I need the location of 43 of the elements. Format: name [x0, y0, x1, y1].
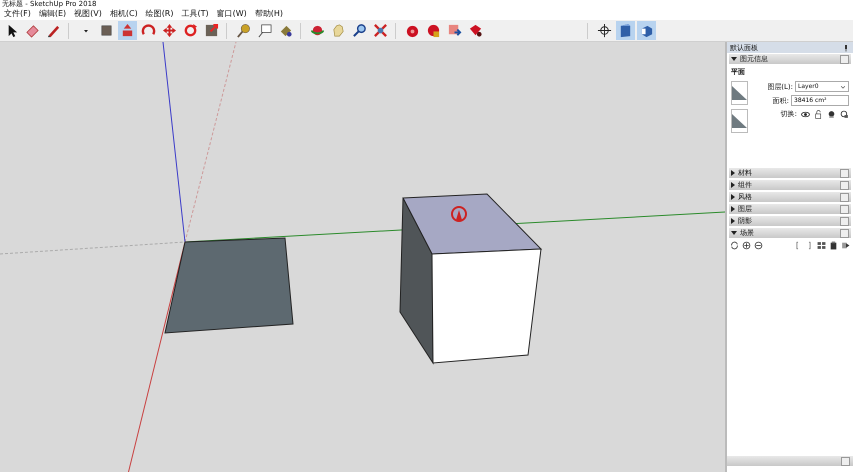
- eraser-icon[interactable]: [25, 23, 40, 38]
- rotate-icon[interactable]: [183, 23, 198, 38]
- pencil-icon[interactable]: [46, 23, 61, 38]
- pin-icon[interactable]: [842, 44, 850, 52]
- menu-item[interactable]: 工具(T): [178, 8, 213, 20]
- export-icon[interactable]: [841, 241, 850, 250]
- zoom-extents-icon[interactable]: [373, 23, 388, 38]
- search-icon[interactable]: [352, 23, 367, 38]
- material-thumbnail[interactable]: [731, 109, 748, 133]
- cube-icon[interactable]: [639, 23, 654, 38]
- expand-triangle-icon[interactable]: [731, 231, 737, 235]
- orbit-icon[interactable]: [310, 23, 325, 38]
- add-circle-icon[interactable]: [742, 241, 751, 250]
- expand-triangle-icon[interactable]: [731, 218, 735, 224]
- grid-view-icon[interactable]: [817, 241, 826, 250]
- expand-triangle-icon[interactable]: [731, 57, 737, 61]
- shadow-cast-icon[interactable]: [827, 110, 836, 118]
- menu-item[interactable]: 窗口(W): [212, 8, 251, 20]
- menu-item[interactable]: 绘图(R): [142, 8, 178, 20]
- eye-icon[interactable]: [801, 110, 810, 118]
- remove-circle-icon[interactable]: [754, 241, 763, 250]
- expand-triangle-icon[interactable]: [731, 206, 735, 212]
- cube-icon[interactable]: [618, 23, 633, 38]
- shadow-receive-icon[interactable]: [840, 110, 849, 118]
- material-thumbnail[interactable]: [731, 81, 748, 105]
- menu-item[interactable]: 帮助(H): [250, 8, 288, 20]
- refresh-icon[interactable]: [730, 241, 739, 250]
- expand-triangle-icon[interactable]: [731, 170, 735, 176]
- move-arrows-icon[interactable]: [162, 23, 177, 38]
- axes-icon[interactable]: [597, 23, 612, 38]
- clipboard-icon[interactable]: [829, 241, 838, 250]
- chevron-down-icon[interactable]: [840, 84, 846, 90]
- push-pull-icon[interactable]: [120, 23, 135, 38]
- cursor-icon: [451, 206, 467, 222]
- scale-icon[interactable]: [204, 23, 219, 38]
- menu-item[interactable]: 编辑(E): [34, 8, 70, 20]
- expand-triangle-icon[interactable]: [731, 182, 735, 188]
- expand-triangle-icon[interactable]: [731, 194, 735, 200]
- menu-item[interactable]: 相机(C): [106, 8, 142, 20]
- menu-item[interactable]: 视图(V): [70, 8, 106, 20]
- lock-icon[interactable]: [814, 110, 823, 118]
- text-label-icon[interactable]: [257, 23, 272, 38]
- menu-item[interactable]: 文件(F): [0, 8, 35, 20]
